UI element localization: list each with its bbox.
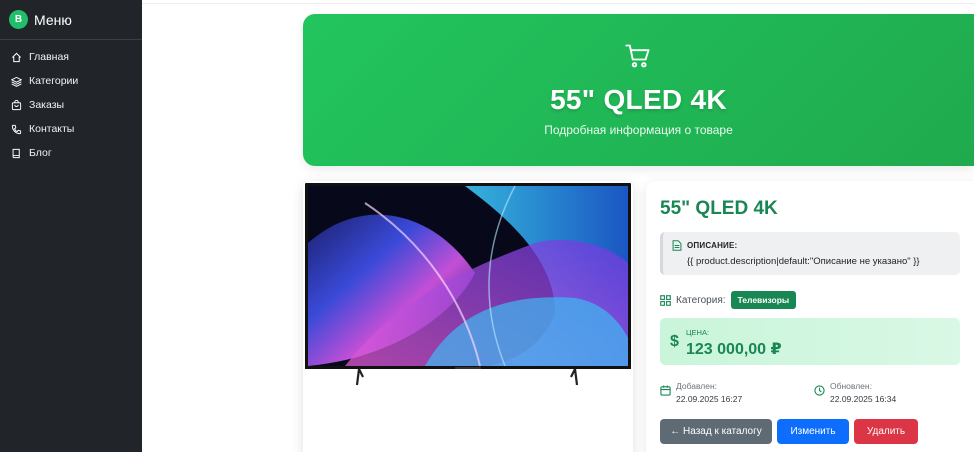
hero-subtitle: Подробная информация о товаре bbox=[544, 123, 733, 137]
sidebar-item-label: Блог bbox=[29, 147, 52, 159]
description-label: ОПИСАНИЕ: bbox=[687, 241, 738, 250]
price-value: 123 000,00 ₽ bbox=[686, 341, 782, 358]
back-to-catalog-button[interactable]: ← Назад к каталогу bbox=[660, 419, 772, 444]
bag-icon bbox=[11, 99, 22, 110]
sidebar-item-categories[interactable]: Категории bbox=[0, 69, 142, 93]
product-title: 55" QLED 4K bbox=[660, 198, 778, 219]
layers-icon bbox=[11, 76, 22, 87]
edit-button[interactable]: Изменить bbox=[777, 419, 849, 444]
book-icon bbox=[12, 148, 20, 158]
hero-banner: 55" QLED 4K Подробная информация о товар… bbox=[303, 14, 974, 166]
brand-title: Меню bbox=[34, 11, 72, 28]
brand-logo: B bbox=[9, 10, 28, 29]
cart-icon bbox=[625, 44, 650, 68]
document-icon bbox=[672, 240, 682, 251]
clock-icon bbox=[814, 385, 825, 396]
added-label: Добавлен: bbox=[676, 381, 718, 391]
updated-value: 22.09.2025 16:34 bbox=[830, 394, 897, 404]
top-divider bbox=[142, 0, 974, 4]
sidebar-item-blog[interactable]: Блог bbox=[0, 141, 142, 165]
added-value: 22.09.2025 16:27 bbox=[676, 394, 743, 404]
sidebar-item-contacts[interactable]: Контакты bbox=[0, 117, 142, 141]
description-text: {{ product.description|default:"Описание… bbox=[687, 256, 920, 267]
category-label: Категория: bbox=[676, 294, 726, 306]
phone-icon bbox=[11, 124, 22, 134]
tv-stand bbox=[355, 369, 579, 386]
sidebar-item-home[interactable]: Главная bbox=[0, 45, 142, 69]
category-row: Категория: Телевизоры bbox=[660, 291, 797, 309]
description-box: ОПИСАНИЕ: {{ product.description|default… bbox=[660, 232, 960, 275]
hero-title: 55" QLED 4K bbox=[550, 84, 727, 115]
sidebar-brand[interactable]: B Меню bbox=[0, 0, 142, 40]
home-icon bbox=[12, 52, 21, 62]
calendar-icon bbox=[660, 385, 671, 396]
sidebar-item-label: Главная bbox=[29, 51, 69, 63]
price-box: $ ЦЕНА: 123 000,00 ₽ bbox=[660, 318, 960, 365]
sidebar: B Меню Главная Категории Заказы Контакты… bbox=[0, 0, 142, 452]
sidebar-item-orders[interactable]: Заказы bbox=[0, 93, 142, 117]
category-badge[interactable]: Телевизоры bbox=[730, 291, 797, 309]
sidebar-item-label: Категории bbox=[29, 75, 79, 87]
price-label: ЦЕНА: bbox=[686, 328, 710, 337]
updated-label: Обновлен: bbox=[830, 381, 872, 391]
dollar-icon: $ bbox=[670, 333, 679, 350]
sidebar-item-label: Контакты bbox=[29, 123, 75, 135]
grid-icon bbox=[660, 294, 671, 306]
sidebar-nav: Главная Категории Заказы Контакты Блог bbox=[0, 40, 142, 165]
sidebar-item-label: Заказы bbox=[29, 99, 65, 111]
product-info-card: 55" QLED 4K ОПИСАНИЕ: {{ product.descrip… bbox=[646, 181, 974, 452]
tv-image bbox=[305, 183, 631, 369]
delete-button[interactable]: Удалить bbox=[854, 419, 918, 444]
product-image-card bbox=[303, 181, 633, 452]
